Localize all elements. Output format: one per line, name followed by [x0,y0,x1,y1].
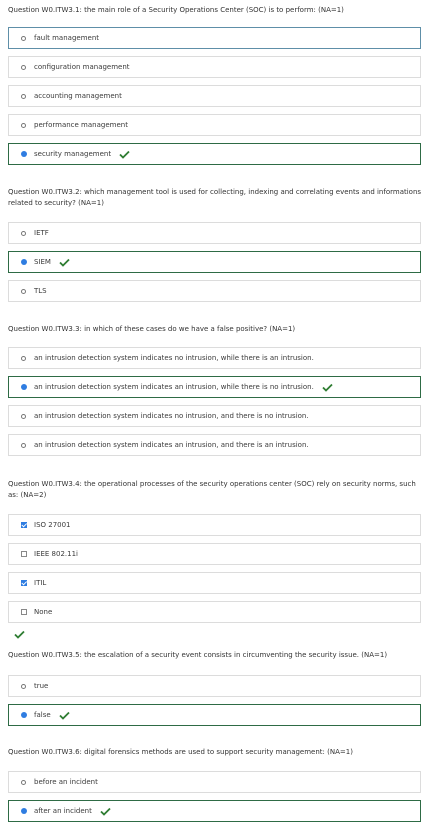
q5-option-2[interactable]: false [8,704,421,726]
q4-option-2[interactable]: IEEE 802.11i [8,543,421,565]
option-label: an intrusion detection system indicates … [34,383,314,391]
q2-option-3[interactable]: TLS [8,280,421,302]
checkbox[interactable] [20,551,27,557]
option-label: configuration management [34,63,130,71]
q5-option-1[interactable]: true [8,675,421,697]
q4-option-4[interactable]: None [8,601,421,623]
question-6-text: Question W0.ITW3.6: digital forensics me… [8,748,353,756]
radio-button[interactable] [21,442,26,448]
option-label: security management [34,150,112,158]
checkbox[interactable] [20,609,27,615]
question-2-text: Question W0.ITW3.2: which management too… [8,188,422,207]
q1-option-2[interactable]: configuration management [8,56,421,78]
option-label: ITIL [34,579,47,587]
option-label: an intrusion detection system indicates … [34,441,309,449]
option-label: SIEM [34,258,51,266]
option-label: TLS [34,287,47,295]
option-label: accounting management [34,92,122,100]
q6-option-1[interactable]: before an incident [8,771,421,793]
q3-option-1[interactable]: an intrusion detection system indicates … [8,347,421,369]
option-label: fault management [34,34,99,42]
quiz-container: Question W0.ITW3.1: the main role of a S… [0,0,431,836]
option-label: an intrusion detection system indicates … [34,412,309,420]
radio-button-selected[interactable] [20,808,27,814]
option-label: None [34,608,53,616]
checkbox-checked[interactable] [20,522,27,528]
q1-option-1[interactable]: fault management [8,27,421,49]
q4-option-1[interactable]: ISO 27001 [8,514,421,536]
radio-button[interactable] [21,355,26,361]
radio-button-selected[interactable] [20,151,27,157]
q6-option-2[interactable]: after an incident [8,800,421,822]
question-3-text: Question W0.ITW3.3: in which of these ca… [8,325,296,333]
radio-button-selected[interactable] [20,384,27,390]
q3-option-3[interactable]: an intrusion detection system indicates … [8,405,421,427]
question-4-text: Question W0.ITW3.4: the operational proc… [8,480,416,499]
option-label: false [34,711,51,719]
q3-option-2[interactable]: an intrusion detection system indicates … [8,376,421,398]
radio-button[interactable] [21,288,26,294]
radio-button[interactable] [21,779,26,785]
option-label: ISO 27001 [34,521,71,529]
option-label: true [34,682,49,690]
radio-button-selected[interactable] [20,712,27,718]
q1-option-5[interactable]: security management [8,143,421,165]
checkmark-icon [14,630,25,639]
option-label: IETF [34,229,49,237]
q1-option-3[interactable]: accounting management [8,85,421,107]
radio-button[interactable] [21,230,26,236]
option-label: before an incident [34,778,98,786]
option-label: after an incident [34,807,92,815]
checkmark-icon [100,807,111,816]
q4-option-3[interactable]: ITIL [8,572,421,594]
radio-button[interactable] [21,93,26,99]
checkmark-icon [59,258,70,267]
option-label: performance management [34,121,128,129]
radio-button[interactable] [21,64,26,70]
question-5-text: Question W0.ITW3.5: the escalation of a … [8,651,388,659]
q3-option-4[interactable]: an intrusion detection system indicates … [8,434,421,456]
checkmark-icon [322,383,333,392]
question-1-text: Question W0.ITW3.1: the main role of a S… [8,6,344,14]
checkmark-icon [59,711,70,720]
radio-button[interactable] [21,35,26,41]
option-label: an intrusion detection system indicates … [34,354,314,362]
option-label: IEEE 802.11i [34,550,78,558]
checkbox-checked[interactable] [20,580,27,586]
checkmark-icon [119,150,130,159]
q2-option-1[interactable]: IETF [8,222,421,244]
radio-button[interactable] [21,122,26,128]
q2-option-2[interactable]: SIEM [8,251,421,273]
radio-button-selected[interactable] [20,259,27,265]
radio-button[interactable] [21,413,26,419]
q1-option-4[interactable]: performance management [8,114,421,136]
radio-button[interactable] [21,683,26,689]
